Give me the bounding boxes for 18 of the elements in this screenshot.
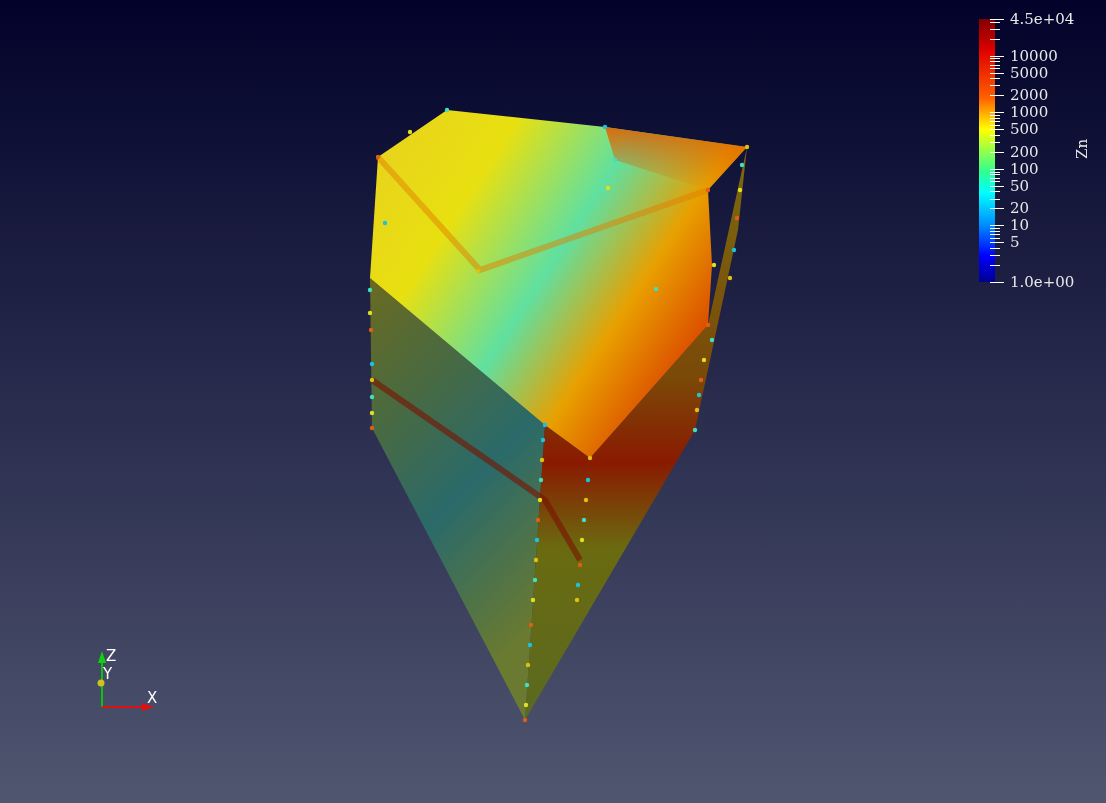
scale-label: 1.0e+00 [1010,273,1075,291]
scale-label: 200 [1010,142,1039,161]
scale-label: 50 [1010,176,1030,195]
x-axis-label: X [147,690,158,706]
scale-label: 5 [1010,233,1020,252]
scale-label: 10 [1010,216,1030,235]
scale-label: 20 [1010,199,1030,218]
render-viewport[interactable]: 4.5e+04 10000 5000 2000 1000 500 200 100 50 20 10 5 1.0e+00 Zn Z Y X [0,0,1106,803]
z-axis-label: Z [106,648,117,664]
color-scale-title: Zn [1073,138,1092,160]
scale-label: 2000 [1010,86,1049,105]
scale-label: 100 [1010,159,1039,178]
scale-label: 1000 [1010,103,1049,122]
scale-label: 10000 [1010,46,1058,65]
scale-label: 4.5e+04 [1010,10,1075,28]
y-axis-label: Y [103,666,113,682]
scale-label: 5000 [1010,63,1049,82]
scale-label: 500 [1010,120,1039,139]
